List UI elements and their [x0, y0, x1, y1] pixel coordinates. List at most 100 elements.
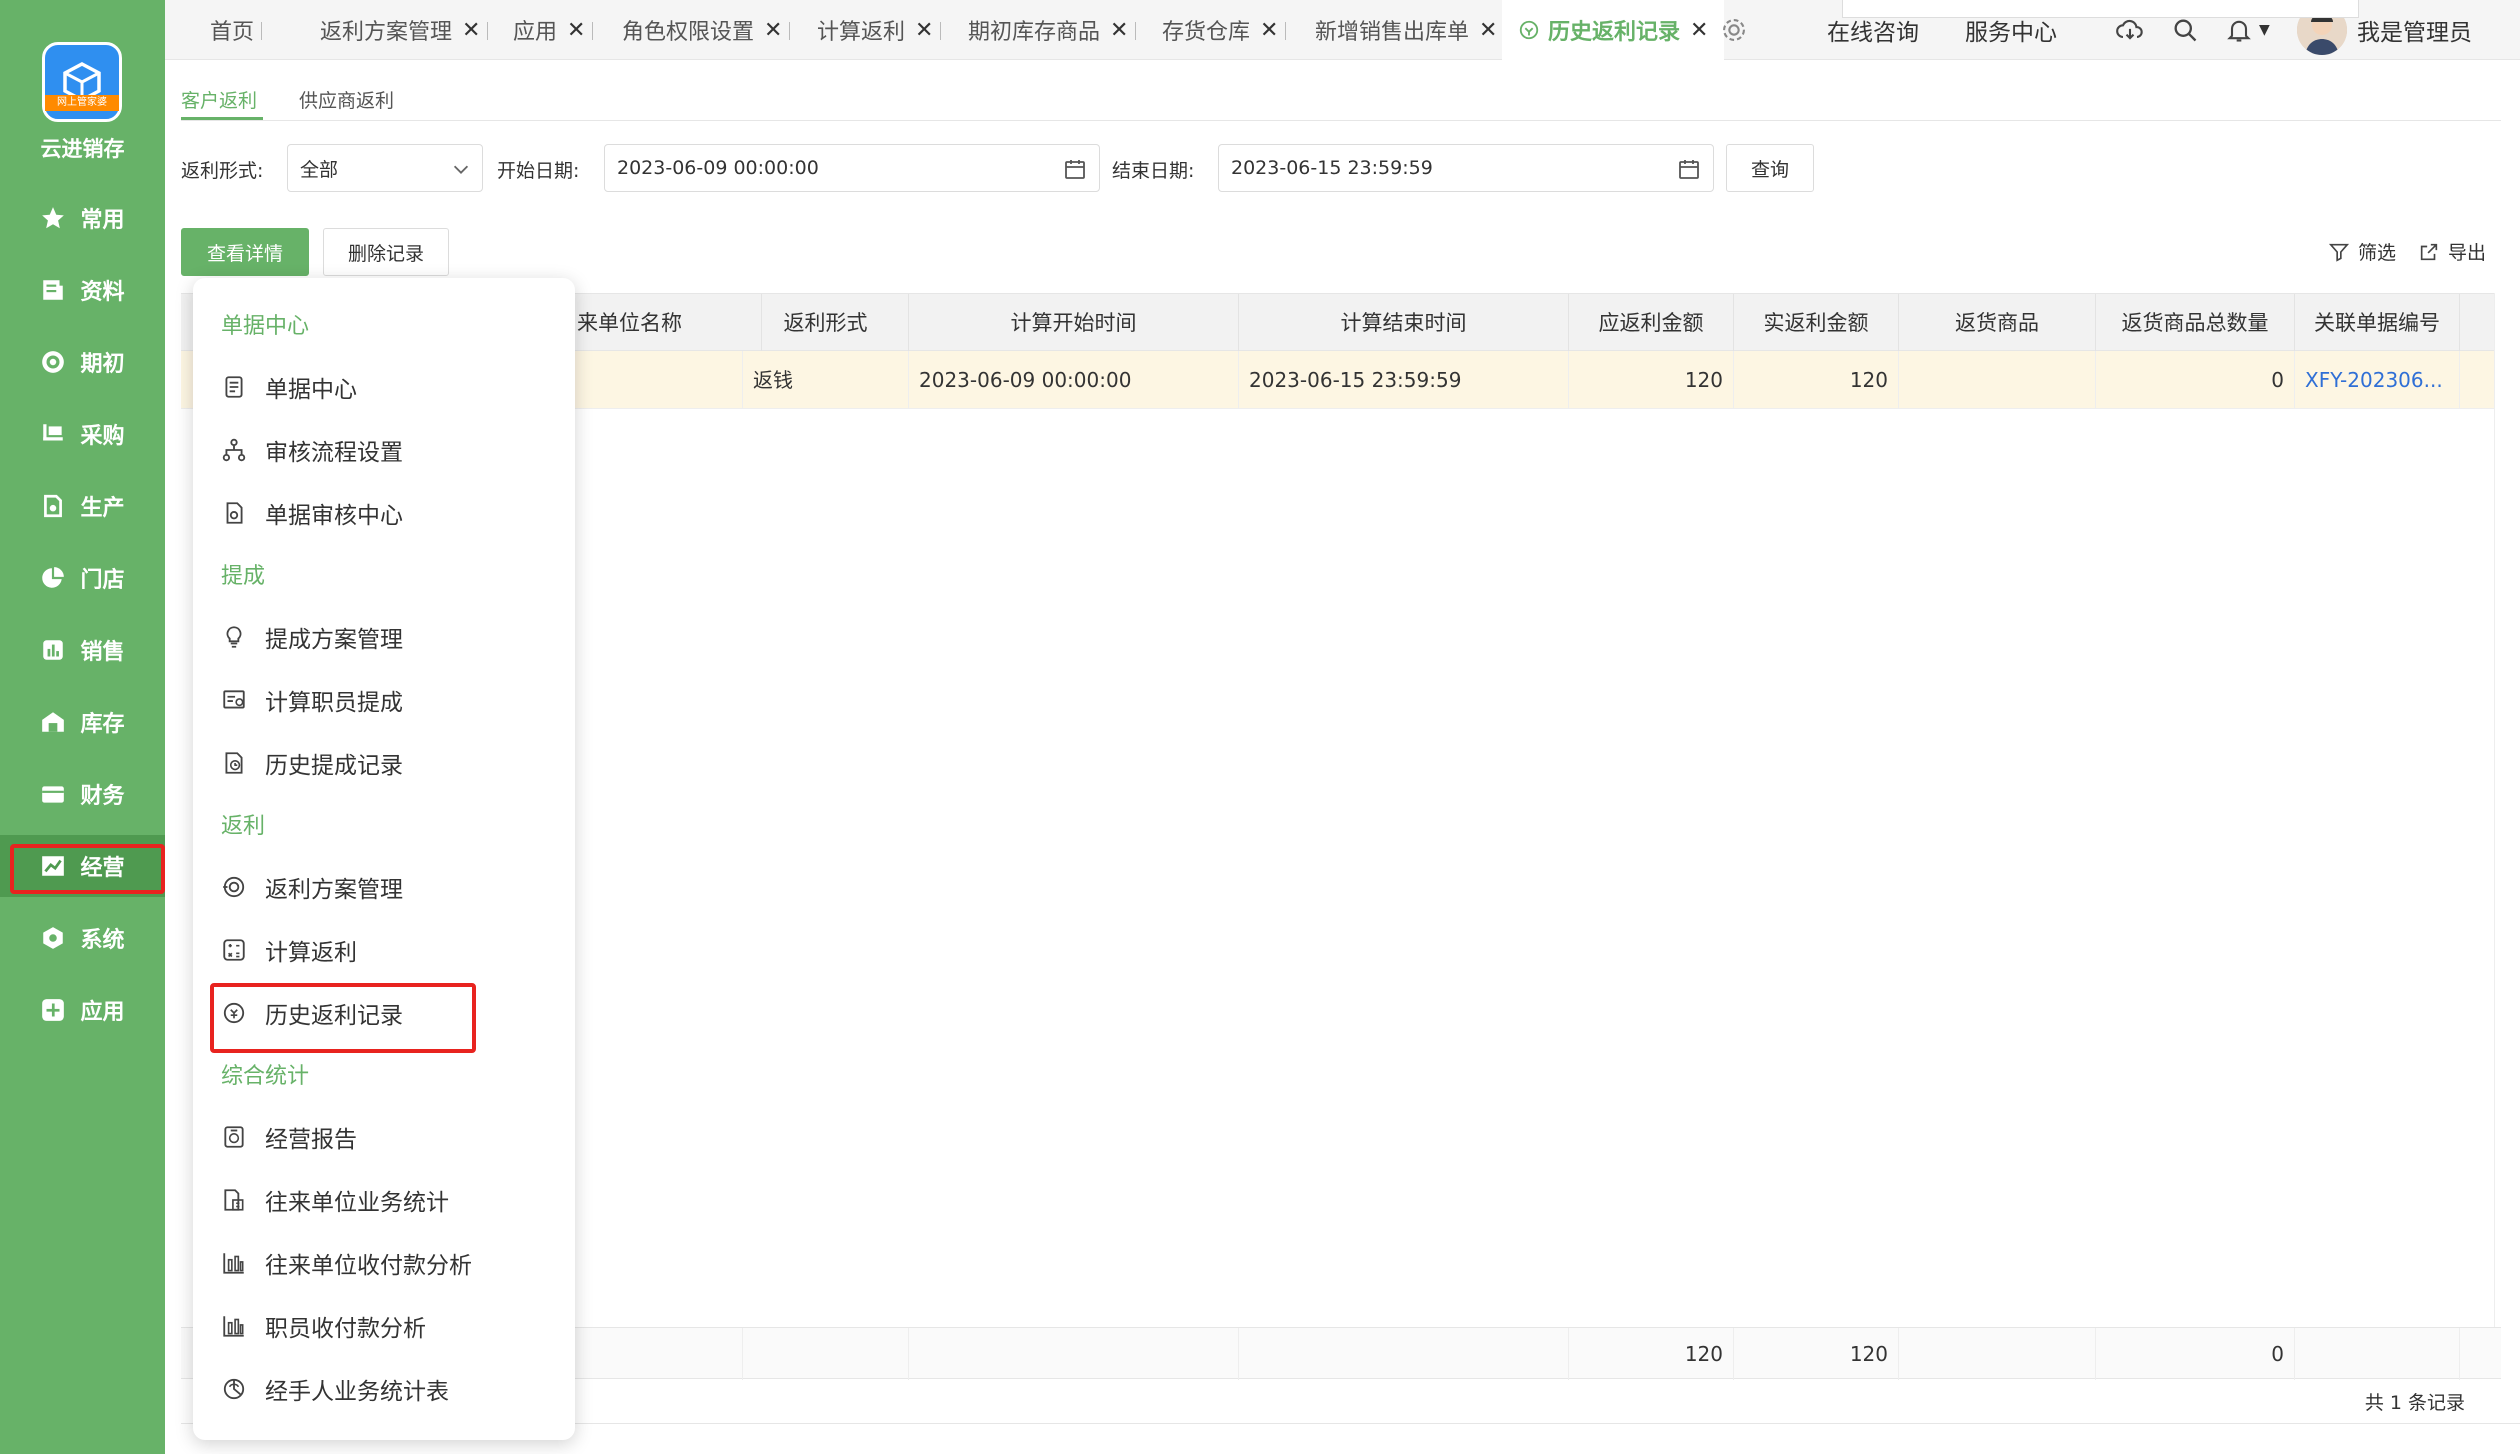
col-calc-end[interactable]: 计算结束时间 [1239, 294, 1569, 352]
col-actual-amount[interactable]: 实返利金额 [1734, 294, 1899, 352]
report-icon [224, 1126, 244, 1148]
close-icon[interactable]: ✕ [462, 18, 480, 43]
col-rebate-type[interactable]: 返利形式 [743, 294, 909, 352]
tab-separator [789, 22, 791, 40]
tab-role-permission[interactable]: 角色权限设置 ✕ [622, 0, 791, 60]
close-icon[interactable]: ✕ [764, 18, 782, 43]
sum-empty [1239, 1328, 1569, 1380]
sidebar-item-label: 库存 [80, 712, 125, 737]
sidebar-item-label: 常用 [80, 208, 125, 233]
menu-group-title: 返利 [221, 814, 266, 839]
history-money-icon [225, 752, 243, 774]
related-doc-link[interactable]: XFY-202306... [2295, 351, 2460, 409]
menu-item-unit-business-stats[interactable]: 往来单位业务统计 [221, 1183, 449, 1217]
factory-icon [40, 493, 66, 519]
tab-opening-stock[interactable]: 期初库存商品 ✕ [968, 0, 1137, 60]
export-button[interactable]: 导出 [2418, 238, 2486, 265]
subtab-supplier-rebate[interactable]: 供应商返利 [299, 86, 394, 113]
close-icon[interactable]: ✕ [1260, 18, 1278, 43]
col-due-amount[interactable]: 应返利金额 [1569, 294, 1734, 352]
filter-button[interactable]: 筛选 [2328, 238, 2396, 265]
menu-item-calc-rebate[interactable]: 计算返利 [221, 933, 357, 967]
col-unit-name[interactable]: 来单位名称 [562, 294, 762, 352]
logo-text: 网上管家婆 [45, 95, 119, 111]
close-icon[interactable]: ✕ [1690, 18, 1708, 43]
tab-rebate-history[interactable]: 历史返利记录 ✕ [1502, 0, 1725, 60]
menu-item-doc-approval[interactable]: 单据审核中心 [221, 496, 403, 530]
sidebar-item-common[interactable]: 常用 [0, 187, 165, 249]
tab-new-sales-out[interactable]: 新增销售出库单 ✕ [1315, 0, 1497, 60]
caret-down-icon: ▼ [2259, 22, 2270, 38]
tab-home[interactable]: 首页 [210, 0, 263, 60]
export-icon [2420, 243, 2438, 260]
menu-item-label: 历史提成记录 [265, 753, 403, 779]
rebate-type-select[interactable]: 全部 [287, 144, 483, 192]
sidebar-item-apps[interactable]: 应用 [0, 979, 165, 1041]
menu-item-commission-plan[interactable]: 提成方案管理 [221, 620, 403, 654]
sidebar-item-purchase[interactable]: 采购 [0, 403, 165, 465]
tab-apps[interactable]: 应用 ✕ [513, 0, 594, 60]
menu-item-rebate-plan[interactable]: 返利方案管理 [221, 870, 403, 904]
start-date-label: 开始日期: [497, 160, 580, 182]
close-icon[interactable]: ✕ [1110, 18, 1128, 43]
query-button[interactable]: 查询 [1726, 144, 1814, 192]
table-scrollbar[interactable] [2494, 293, 2520, 1379]
pie-icon [40, 565, 66, 591]
hexagon-icon [40, 925, 66, 951]
end-date-value: 2023-06-15 23:59:59 [1231, 157, 1433, 179]
menu-item-business-report[interactable]: 经营报告 [221, 1120, 357, 1154]
menu-item-label: 计算返利 [265, 940, 357, 966]
sidebar-item-store[interactable]: 门店 [0, 547, 165, 609]
menu-item-label: 经手人业务统计表 [265, 1379, 449, 1405]
cell-start: 2023-06-09 00:00:00 [909, 351, 1239, 409]
user-name: 我是管理员 [2357, 20, 2472, 46]
tab-rebate-plan[interactable]: 返利方案管理 ✕ [320, 0, 489, 60]
sum-empty [2295, 1328, 2460, 1380]
sidebar-item-label: 门店 [80, 568, 125, 593]
left-sidebar: 网上管家婆 云进销存 常用 资料 期初 采购 生产 门店 销售 库存 财务 经营… [0, 0, 165, 1454]
delete-record-button[interactable]: 删除记录 [323, 228, 449, 276]
view-detail-button[interactable]: 查看详情 [181, 228, 309, 276]
sidebar-item-label: 采购 [80, 424, 125, 449]
menu-item-doc-center[interactable]: 单据中心 [221, 370, 357, 404]
tab-label: 计算返利 [817, 20, 906, 45]
sidebar-item-finance[interactable]: 财务 [0, 763, 165, 825]
sidebar-item-opening[interactable]: 期初 [0, 331, 165, 393]
sum-empty [562, 1328, 743, 1380]
close-icon[interactable]: ✕ [915, 18, 933, 43]
menu-item-staff-payment-analysis[interactable]: 职员收付款分析 [221, 1309, 426, 1343]
menu-item-unit-payment-analysis[interactable]: 往来单位收付款分析 [221, 1246, 472, 1280]
col-return-goods-qty[interactable]: 返货商品总数量 [2096, 294, 2295, 352]
menu-item-calc-commission[interactable]: 计算职员提成 [221, 683, 403, 717]
calculator-icon [223, 939, 245, 961]
col-return-goods[interactable]: 返货商品 [1899, 294, 2096, 352]
sum-empty [909, 1328, 1239, 1380]
menu-item-approval-flow[interactable]: 审核流程设置 [221, 433, 403, 467]
tab-label: 首页 [210, 20, 255, 45]
sidebar-item-production[interactable]: 生产 [0, 475, 165, 537]
col-calc-start[interactable]: 计算开始时间 [909, 294, 1239, 352]
menu-item-handler-stats[interactable]: 经手人业务统计表 [221, 1372, 449, 1406]
clipped-popup-edge [1842, 0, 2359, 18]
tab-warehouse[interactable]: 存货仓库 ✕ [1162, 0, 1287, 60]
sidebar-item-system[interactable]: 系统 [0, 907, 165, 969]
app-logo[interactable]: 网上管家婆 [42, 42, 122, 122]
calc-staff-icon [223, 690, 245, 709]
menu-group-title: 综合统计 [221, 1064, 310, 1089]
subtab-customer-rebate[interactable]: 客户返利 [181, 86, 257, 113]
cell-goods [1899, 351, 2096, 409]
sidebar-item-inventory[interactable]: 库存 [0, 691, 165, 753]
close-icon[interactable]: ✕ [567, 18, 585, 43]
calendar-icon [1679, 160, 1699, 179]
close-icon[interactable]: ✕ [1479, 18, 1497, 43]
col-related-doc[interactable]: 关联单据编号 [2295, 294, 2460, 352]
sidebar-item-sales[interactable]: 销售 [0, 619, 165, 681]
sidebar-item-data[interactable]: 资料 [0, 259, 165, 321]
start-date-input[interactable]: 2023-06-09 00:00:00 [604, 144, 1100, 192]
tab-settings-gear[interactable] [1720, 0, 1748, 60]
tab-calc-rebate[interactable]: 计算返利 ✕ [817, 0, 942, 60]
end-date-input[interactable]: 2023-06-15 23:59:59 [1218, 144, 1714, 192]
search-icon [2174, 19, 2197, 42]
sidebar-item-label: 应用 [80, 1000, 125, 1025]
menu-item-commission-history[interactable]: 历史提成记录 [221, 746, 403, 780]
